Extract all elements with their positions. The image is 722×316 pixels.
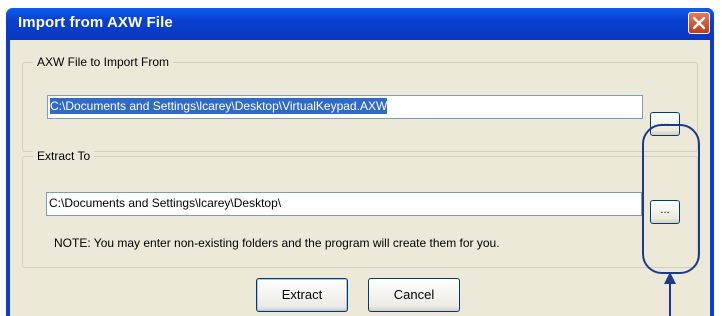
title-bar[interactable]: Import from AXW File [6,8,714,40]
extract-to-path-value: C:\Documents and Settings\lcarey\Desktop… [49,196,282,210]
import-file-path-input[interactable]: C:\Documents and Settings\lcarey\Desktop… [47,95,643,119]
import-file-groupbox: AXW File to Import From C:\Documents and… [22,55,698,152]
extract-note-text: NOTE: You may enter non-existing folders… [54,236,500,250]
close-icon [692,16,706,30]
extract-to-legend: Extract To [33,149,95,163]
dialog-client-area: AXW File to Import From C:\Documents and… [10,40,710,316]
page: Import from AXW File AXW File to Import … [0,0,722,316]
arrow-up-icon [664,272,676,316]
window-title: Import from AXW File [18,14,173,31]
import-file-path-value: C:\Documents and Settings\lcarey\Desktop… [50,98,388,114]
extract-to-path-input[interactable]: C:\Documents and Settings\lcarey\Desktop… [46,192,642,216]
import-file-legend: AXW File to Import From [33,55,174,69]
import-file-browse-button[interactable]: ... [650,112,680,136]
cancel-button[interactable]: Cancel [368,278,460,312]
extract-to-browse-button[interactable]: ... [650,200,680,224]
extract-button[interactable]: Extract [256,278,348,312]
dialog-window: Import from AXW File AXW File to Import … [6,8,714,316]
close-button[interactable] [688,12,710,34]
